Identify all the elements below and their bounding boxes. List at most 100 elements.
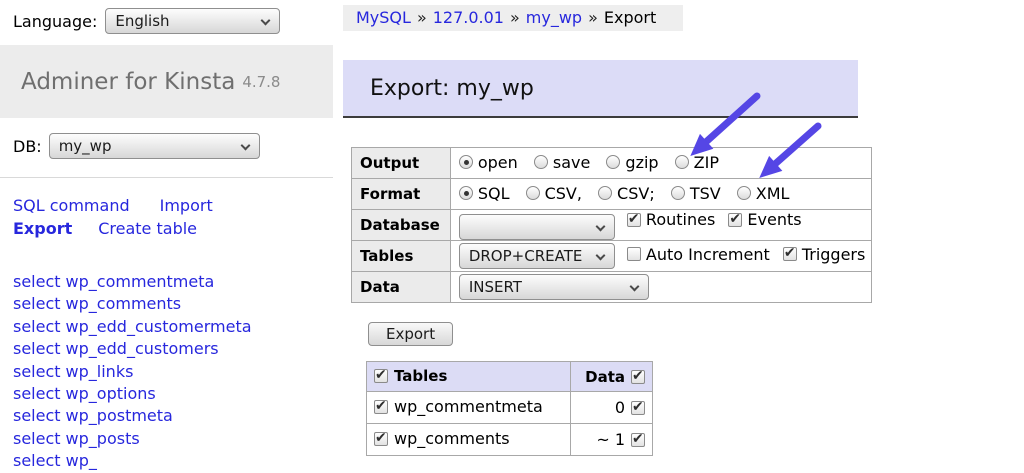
radio-icon[interactable]: [737, 186, 751, 200]
chevron-down-icon: [629, 282, 639, 292]
select-data-link[interactable]: select: [13, 272, 61, 291]
radio-icon[interactable]: [526, 186, 540, 200]
table-structure-link[interactable]: wp_commentmeta: [66, 272, 215, 291]
radio-format-xml[interactable]: XML: [737, 184, 790, 203]
checkbox-icon[interactable]: [631, 370, 645, 384]
sidebar-link-sql-command[interactable]: SQL command: [13, 196, 130, 215]
table-header-row: Tables Data: [367, 362, 653, 392]
radio-format-csv-semicolon[interactable]: CSV;: [598, 184, 655, 203]
chevron-down-icon: [261, 16, 271, 26]
checkbox-table-wp-comments[interactable]: wp_comments: [374, 429, 510, 448]
list-item: select wp_postmeta: [13, 405, 252, 427]
checkbox-icon[interactable]: [374, 369, 388, 383]
language-select[interactable]: English: [105, 8, 280, 34]
chevron-down-icon: [595, 221, 605, 231]
select-data-link[interactable]: select: [13, 429, 61, 448]
checkbox-events[interactable]: Events: [728, 210, 801, 229]
tables-header-cell: Tables: [367, 362, 571, 392]
table-structure-link[interactable]: wp_postmeta: [66, 406, 173, 425]
checkbox-auto-increment[interactable]: Auto Increment: [627, 245, 770, 264]
table-structure-link[interactable]: wp_links: [66, 362, 134, 381]
radio-output-zip[interactable]: ZIP: [675, 153, 719, 172]
breadcrumb-link-host[interactable]: 127.0.01: [433, 8, 504, 27]
breadcrumb-separator: »: [417, 8, 427, 27]
table-row: wp_comments ~ 1: [367, 424, 653, 456]
select-data-link[interactable]: select: [13, 362, 61, 381]
radio-icon[interactable]: [606, 155, 620, 169]
data-options: INSERT: [450, 272, 872, 303]
database-options: Routines Events: [450, 210, 872, 241]
select-data-link[interactable]: select: [13, 384, 61, 403]
checkbox-icon[interactable]: [374, 400, 388, 414]
page-title: Export: my_wp: [343, 60, 858, 118]
list-item: select wp_options: [13, 383, 252, 405]
checkbox-icon[interactable]: [374, 432, 388, 446]
select-data-link[interactable]: select: [13, 294, 61, 313]
table-structure-link[interactable]: wp_options: [66, 384, 156, 403]
db-select-value: my_wp: [59, 137, 112, 155]
breadcrumb-link-database[interactable]: my_wp: [526, 8, 582, 27]
radio-format-csv-comma[interactable]: CSV,: [526, 184, 582, 203]
sidebar-link-export-active[interactable]: Export: [13, 219, 72, 238]
format-label: Format: [352, 179, 451, 210]
table-data-cell: ~ 1: [571, 424, 653, 456]
select-data-link[interactable]: select: [13, 317, 61, 336]
checkbox-icon[interactable]: [631, 401, 645, 415]
checkbox-routines[interactable]: Routines: [627, 210, 715, 229]
select-data-link[interactable]: select: [13, 339, 61, 358]
adminer-version[interactable]: 4.7.8: [242, 73, 280, 91]
radio-icon[interactable]: [671, 186, 685, 200]
format-row: Format SQL CSV, CSV; TSV XML: [352, 179, 872, 210]
checkbox-icon[interactable]: [627, 213, 641, 227]
sidebar-link-import[interactable]: Import: [160, 196, 213, 215]
language-row: Language: English: [13, 8, 280, 34]
database-style-select[interactable]: [459, 214, 615, 240]
checkbox-data-wp-commentmeta[interactable]: 0: [615, 398, 645, 417]
db-selector-row: DB: my_wp: [13, 133, 260, 159]
table-name-cell: wp_comments: [367, 424, 571, 456]
sidebar-link-create-table[interactable]: Create table: [98, 219, 197, 238]
radio-icon[interactable]: [534, 155, 548, 169]
list-item: select wp_edd_customermeta: [13, 316, 252, 338]
table-structure-link[interactable]: wp_edd_customers: [66, 339, 219, 358]
list-item: select wp_links: [13, 361, 252, 383]
radio-format-sql[interactable]: SQL: [459, 184, 510, 203]
radio-output-gzip[interactable]: gzip: [606, 153, 658, 172]
checkbox-table-wp-commentmeta[interactable]: wp_commentmeta: [374, 397, 543, 416]
table-structure-link[interactable]: wp_comments: [66, 294, 182, 313]
table-structure-link[interactable]: wp_posts: [66, 429, 140, 448]
checkbox-icon[interactable]: [627, 247, 641, 261]
breadcrumb-link-server-type[interactable]: MySQL: [356, 8, 411, 27]
table-name-cell: wp_commentmeta: [367, 392, 571, 424]
checkbox-icon[interactable]: [783, 247, 797, 261]
select-data-link[interactable]: select wp_: [13, 451, 97, 470]
radio-icon[interactable]: [675, 155, 689, 169]
list-item: select wp_commentmeta: [13, 271, 252, 293]
language-select-value: English: [115, 12, 169, 30]
radio-icon[interactable]: [459, 186, 473, 200]
tables-label: Tables: [352, 241, 451, 272]
select-data-link[interactable]: select: [13, 406, 61, 425]
tables-style-select[interactable]: DROP+CREATE: [459, 243, 615, 269]
checkbox-triggers[interactable]: Triggers: [783, 245, 866, 264]
radio-icon[interactable]: [598, 186, 612, 200]
radio-icon[interactable]: [459, 155, 473, 169]
breadcrumb-current-page: Export: [604, 8, 656, 27]
export-button[interactable]: Export: [368, 322, 453, 346]
checkbox-icon[interactable]: [631, 433, 645, 447]
page-title-text: Export: my_wp: [370, 76, 534, 101]
radio-output-save[interactable]: save: [534, 153, 590, 172]
sidebar-divider: [0, 177, 333, 178]
list-item-partial: select wp_: [13, 450, 252, 472]
radio-output-open[interactable]: open: [459, 153, 518, 172]
db-select[interactable]: my_wp: [49, 133, 260, 159]
table-structure-link[interactable]: wp_edd_customermeta: [66, 317, 252, 336]
checkbox-icon[interactable]: [728, 213, 742, 227]
checkbox-data-wp-comments[interactable]: ~ 1: [596, 430, 645, 449]
data-style-select[interactable]: INSERT: [459, 274, 649, 300]
breadcrumb-separator: »: [510, 8, 520, 27]
select-all-tables[interactable]: Tables: [374, 367, 447, 385]
select-all-data[interactable]: Data: [585, 368, 645, 386]
radio-format-tsv[interactable]: TSV: [671, 184, 721, 203]
format-options: SQL CSV, CSV; TSV XML: [450, 179, 872, 210]
